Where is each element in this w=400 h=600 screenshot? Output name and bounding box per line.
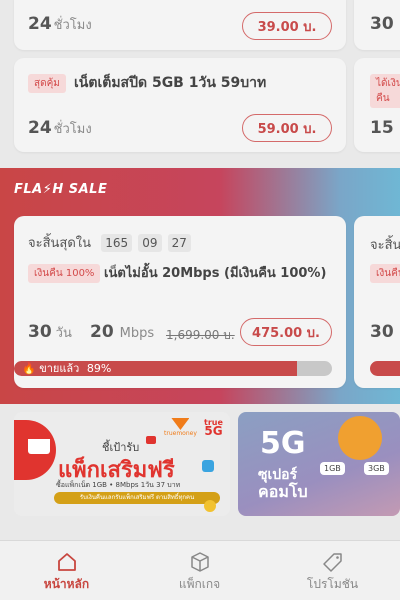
person-image <box>338 416 382 460</box>
deal-badge: สุดคุ้ม <box>28 74 66 93</box>
countdown-label: จะสิ้นสุดใน <box>28 236 92 251</box>
duration-number: 30 <box>370 14 394 34</box>
banner-subtext: ซื้อแพ็กเน็ต 1GB • 8Mbps 1วัน 37 บาท <box>56 481 181 489</box>
true5g-logo: true 5G <box>204 418 223 438</box>
countdown: จะสิ้นสุดใน 165 09 27 <box>28 232 192 253</box>
bottom-navigation: หน้าหลัก แพ็กเกจ โปรโมชัน <box>0 540 400 600</box>
promo-banner-free-addon[interactable]: truemoney true 5G ชี้เป้ารับ แพ็กเสริมฟร… <box>14 412 230 516</box>
nav-item-promotion[interactable]: โปรโมชัน <box>266 541 399 600</box>
cashback-badge: ได้เงินคืน <box>370 74 400 108</box>
sold-text: ขายแล้ว <box>39 362 80 375</box>
banner-strip: รับเงินคืนแลกรับแพ็กเสริมฟรี ตามสิทธิ์ทุ… <box>54 492 220 504</box>
nav-label-package: แพ็กเกจ <box>178 577 221 591</box>
price-button[interactable]: 39.00 บ. <box>242 12 332 40</box>
countdown-seconds: 27 <box>167 234 191 252</box>
countdown-minutes: 09 <box>138 234 162 252</box>
home-icon <box>57 553 76 571</box>
price-button[interactable]: 475.00 บ. <box>240 318 332 346</box>
old-price: 1,699.00 บ. <box>166 328 235 342</box>
truemoney-logo: truemoney <box>164 418 197 437</box>
countdown-label: จะสิ้น <box>370 238 400 253</box>
coin-icon <box>204 500 216 512</box>
sold-percent: 89% <box>86 362 112 375</box>
play-icon <box>146 436 156 444</box>
duration-unit: ชั่วโมง <box>53 18 92 33</box>
fire-icon: 🔥 <box>22 362 36 375</box>
tag-icon <box>322 553 342 572</box>
speed-number: 20 <box>90 322 114 342</box>
calendar-icon <box>28 434 50 454</box>
flash-sale-title: FLA⚡H SALE <box>14 182 108 197</box>
promo-banner-5g-combo[interactable]: 5G ซุเปอร์ คอมโบ 1GB 3GB <box>238 412 400 516</box>
package-card-partial[interactable]: ได้เงินคืน 15 <box>354 58 400 152</box>
nav-item-package[interactable]: แพ็กเกจ <box>133 541 266 600</box>
flash-package-title: เน็ตไม่อั้น 20Mbps (มีเงินคืน 100%) <box>104 266 327 281</box>
duration-number: 24 <box>28 118 52 138</box>
days-number: 30 <box>370 322 394 342</box>
banner2-headline: 5G <box>260 426 306 461</box>
cashback-badge: เงินคืน 100% <box>28 264 101 283</box>
flash-sale-card-partial[interactable]: จะสิ้น เงินคืน 30 <box>354 216 400 388</box>
days-number: 30 <box>28 322 52 342</box>
nav-item-home[interactable]: หน้าหลัก <box>0 541 133 600</box>
package-card[interactable]: สุดคุ้ม เน็ตเต็มสปีด 5GB 1วัน 59บาท 24 ชั… <box>14 58 346 152</box>
duration-number: 24 <box>28 14 52 34</box>
nav-label-home: หน้าหลัก <box>43 577 90 591</box>
duration-number: 15 <box>370 118 394 138</box>
nav-label-promotion: โปรโมชัน <box>306 577 359 591</box>
days-unit: วัน <box>55 326 72 341</box>
package-title: เน็ตเต็มสปีด 5GB 1วัน 59บาท <box>74 75 267 91</box>
speed-unit: Mbps <box>119 326 155 341</box>
chat-icon <box>202 460 214 472</box>
countdown-hours: 165 <box>101 234 133 252</box>
price-button[interactable]: 59.00 บ. <box>242 114 332 142</box>
banner2-text2: คอมโบ <box>258 482 308 501</box>
banner2-tag-1: 1GB <box>320 462 345 475</box>
sold-label: 🔥 ขายแล้ว 89% <box>22 361 111 376</box>
package-icon <box>190 552 209 572</box>
sold-progress-bar-partial <box>370 361 400 376</box>
duration-unit: ชั่วโมง <box>53 122 92 137</box>
package-card-partial[interactable]: 30 <box>354 0 400 50</box>
cashback-badge: เงินคืน <box>370 264 400 283</box>
banner2-tag-2: 3GB <box>364 462 389 475</box>
package-card[interactable]: 24 ชั่วโมง 39.00 บ. <box>14 0 346 50</box>
